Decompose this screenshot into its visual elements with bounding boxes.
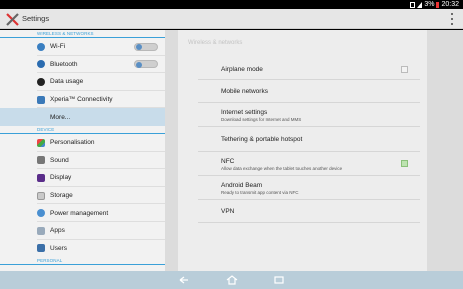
storage-icon [37, 191, 45, 200]
row-subtitle: Download settings for Internet and MMS [221, 117, 302, 122]
apps-icon [37, 226, 45, 235]
row-vpn[interactable]: VPN [198, 200, 420, 223]
row-subtitle: Ready to transmit app content via NFC [221, 190, 299, 195]
section-header-device: DEVICE [0, 126, 165, 134]
row-title: VPN [221, 208, 235, 215]
personalisation-icon [37, 138, 45, 147]
app-title: Settings [22, 14, 50, 23]
sidebar-item-xperia-connectivity[interactable]: Xperia™ Connectivity [0, 91, 165, 109]
users-icon [37, 244, 45, 253]
xperia-connectivity-icon [37, 95, 45, 104]
row-mobile-networks[interactable]: Mobile networks [198, 80, 420, 103]
wifi-toggle[interactable] [134, 42, 158, 51]
sidebar-item-label: Data usage [50, 78, 84, 86]
sidebar-item-users[interactable]: Users [0, 240, 165, 258]
overflow-menu-icon[interactable] [449, 12, 455, 26]
home-icon[interactable] [226, 275, 238, 285]
sidebar-item-label: Personalisation [50, 139, 95, 147]
sidebar-item-label: Users [50, 244, 67, 252]
nfc-checkbox[interactable] [401, 160, 408, 167]
sidebar-item-bluetooth[interactable]: Bluetooth [0, 56, 165, 74]
power-icon [37, 209, 45, 218]
row-airplane-mode[interactable]: Airplane mode [198, 58, 420, 80]
row-tethering[interactable]: Tethering & portable hotspot [198, 127, 420, 152]
data-usage-icon [37, 77, 45, 86]
sidebar-item-display[interactable]: Display [0, 169, 165, 187]
wifi-icon [37, 42, 45, 51]
sidebar-item-label: Sound [50, 156, 69, 164]
row-title: Airplane mode [221, 66, 263, 73]
navigation-bar [0, 271, 463, 289]
sidebar-item-personalisation[interactable]: Personalisation [0, 134, 165, 152]
sim-icon [410, 1, 416, 8]
row-title: Mobile networks [221, 88, 268, 95]
sidebar-item-apps[interactable]: Apps [0, 222, 165, 240]
recent-apps-icon[interactable] [273, 275, 285, 285]
settings-sidebar: WIRELESS & NETWORKS Wi-Fi Bluetooth Data… [0, 30, 165, 271]
sidebar-item-storage[interactable]: Storage [0, 187, 165, 205]
sidebar-item-label: Power management [50, 209, 109, 217]
row-subtitle: Allow data exchange when the tablet touc… [221, 166, 343, 171]
bluetooth-toggle[interactable] [134, 60, 158, 69]
detail-pane: Wireless & networks Airplane mode Mobile… [165, 30, 463, 271]
detail-header: Wireless & networks [188, 40, 243, 46]
row-nfc[interactable]: NFC Allow data exchange when the tablet … [198, 152, 420, 176]
sidebar-item-sound[interactable]: Sound [0, 152, 165, 170]
sidebar-item-label: Bluetooth [50, 60, 78, 68]
settings-tools-icon[interactable] [5, 12, 20, 27]
signal-icon [417, 1, 423, 8]
sidebar-item-label: Display [50, 174, 72, 182]
battery-percent: 3% [424, 1, 435, 8]
row-title: NFC [221, 158, 235, 165]
airplane-mode-checkbox[interactable] [401, 66, 408, 73]
back-icon[interactable] [178, 275, 190, 285]
row-title: Android Beam [221, 182, 263, 189]
clock: 20:32 [441, 1, 459, 8]
section-header-wireless: WIRELESS & NETWORKS [0, 30, 165, 38]
sidebar-item-label: Wi-Fi [50, 43, 66, 51]
sidebar-item-more[interactable]: More... [0, 108, 165, 126]
sidebar-item-wifi[interactable]: Wi-Fi [0, 38, 165, 56]
sidebar-item-label: Xperia™ Connectivity [50, 96, 113, 104]
bluetooth-icon [37, 60, 45, 69]
sound-icon [37, 156, 45, 165]
row-title: Tethering & portable hotspot [221, 136, 303, 143]
detail-card: Wireless & networks Airplane mode Mobile… [178, 30, 427, 271]
sidebar-item-label: Apps [50, 227, 65, 235]
battery-icon [436, 1, 440, 8]
sidebar-item-label: Storage [50, 192, 73, 200]
row-title: Internet settings [221, 109, 268, 116]
action-bar [0, 9, 463, 29]
display-icon [37, 173, 45, 182]
status-bar: 3% 20:32 [0, 0, 463, 9]
row-android-beam[interactable]: Android Beam Ready to transmit app conte… [198, 176, 420, 200]
sidebar-item-power-management[interactable]: Power management [0, 204, 165, 222]
section-header-personal: PERSONAL [0, 257, 165, 266]
sidebar-item-label: More... [50, 113, 71, 121]
row-internet-settings[interactable]: Internet settings Download settings for … [198, 103, 420, 127]
sidebar-item-data-usage[interactable]: Data usage [0, 73, 165, 91]
